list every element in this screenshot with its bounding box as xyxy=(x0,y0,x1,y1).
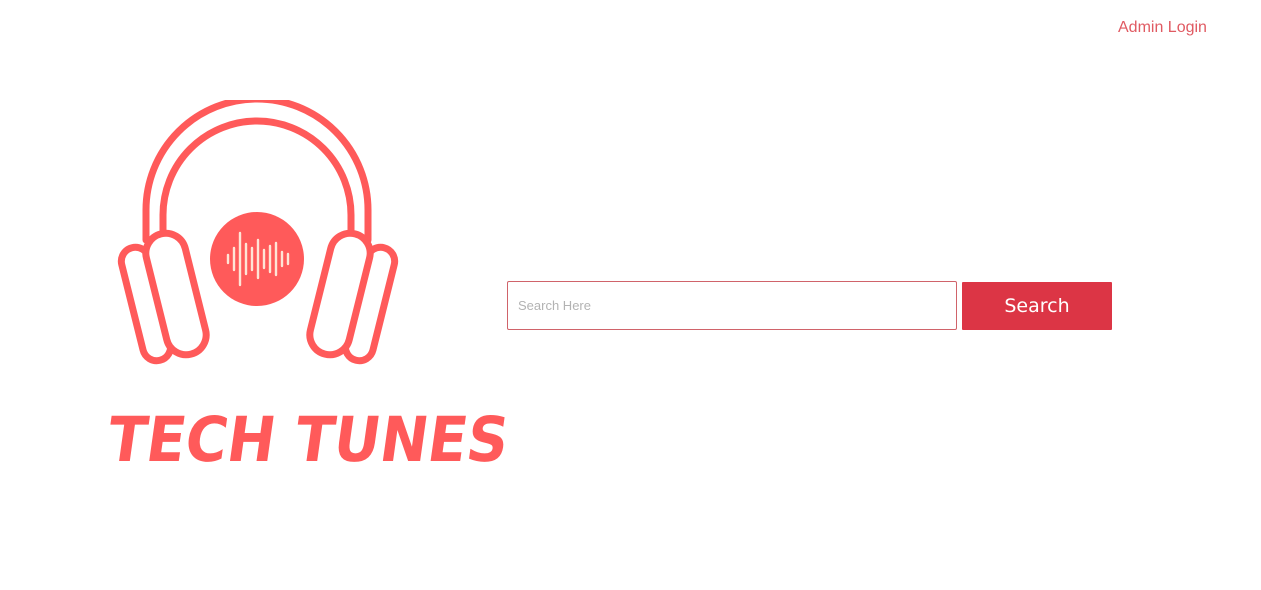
brand-name: TECH TUNES xyxy=(102,403,514,476)
search-form: Search xyxy=(507,281,1112,330)
search-input[interactable] xyxy=(507,281,957,330)
headphones-icon xyxy=(117,100,399,365)
page: Admin Login TECH TUNES Search Here Searc… xyxy=(0,0,1261,590)
search-button[interactable]: Search xyxy=(962,282,1112,330)
admin-login-link[interactable]: Admin Login xyxy=(1118,19,1207,37)
brand-logo: TECH TUNES xyxy=(100,100,514,490)
